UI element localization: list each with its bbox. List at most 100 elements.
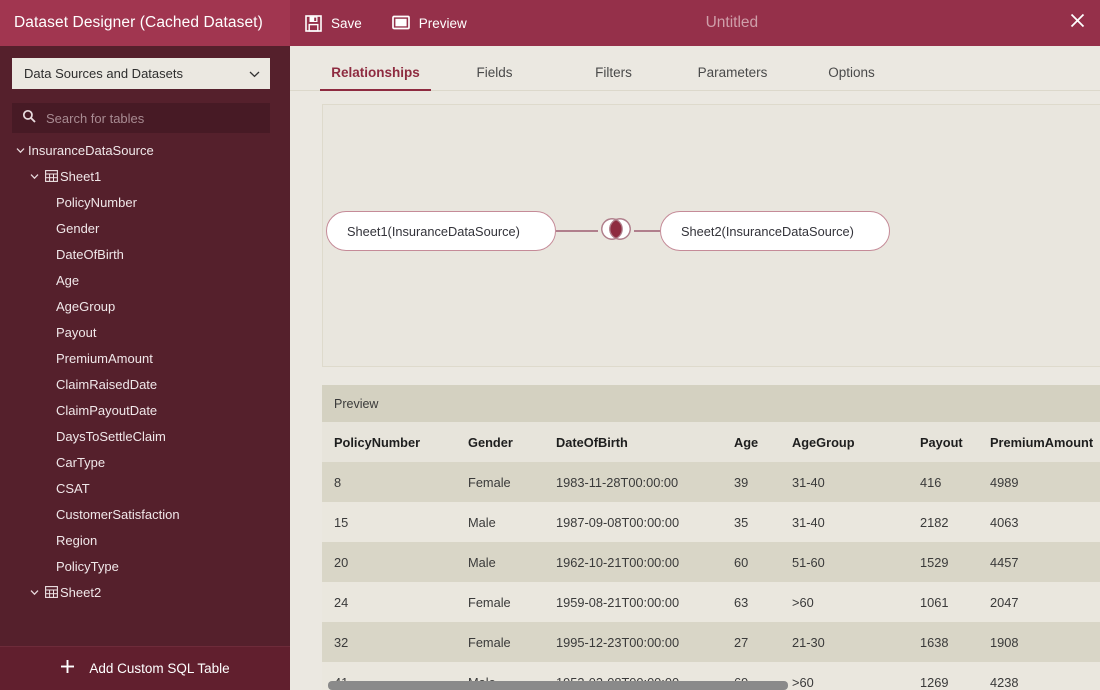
tree-item-label: AgeGroup xyxy=(56,298,116,314)
data-sources-dropdown[interactable]: Data Sources and Datasets xyxy=(12,58,270,89)
tab-options[interactable]: Options xyxy=(792,65,911,90)
table-cell: 1987-09-08T00:00:00 xyxy=(544,502,722,542)
tab-filters[interactable]: Filters xyxy=(554,65,673,90)
chevron-down-icon xyxy=(249,65,260,83)
save-label: Save xyxy=(331,15,362,31)
tree-item-premiumamount[interactable]: PremiumAmount xyxy=(0,345,290,371)
column-header-gender[interactable]: Gender xyxy=(456,422,544,462)
tab-bar: Relationships Fields Filters Parameters Opti… xyxy=(290,46,1100,91)
data-sources-dropdown-label: Data Sources and Datasets xyxy=(24,66,183,81)
table-cell: 39 xyxy=(722,462,780,502)
tree-item-payout[interactable]: Payout xyxy=(0,319,290,345)
search-icon xyxy=(22,109,36,128)
table-row[interactable]: 32 Female 1995-12-23T00:00:00 27 21-30 1638 19… xyxy=(322,622,1100,662)
inner-join-venn-icon[interactable] xyxy=(598,217,634,246)
table-cell: 20 xyxy=(322,542,456,582)
relationship-node-sheet2[interactable]: Sheet2(InsuranceDataSource) xyxy=(660,211,890,251)
dataset-designer-window: Dataset Designer (Cached Dataset) Save P… xyxy=(0,0,1100,690)
preview-panel: Preview PolicyNumber Gender DateOfBirth Age… xyxy=(322,385,1100,690)
tree-item-region[interactable]: Region xyxy=(0,527,290,553)
relationship-connector-right xyxy=(634,230,660,232)
save-button[interactable]: Save xyxy=(302,11,365,36)
preview-title: Preview xyxy=(334,396,379,411)
relationship-connector-left xyxy=(556,230,598,232)
tab-fields[interactable]: Fields xyxy=(435,65,554,90)
table-cell: 8 xyxy=(322,462,456,502)
tree-item-age[interactable]: Age xyxy=(0,267,290,293)
tree-item-policytype[interactable]: PolicyType xyxy=(0,553,290,579)
chevron-down-icon[interactable] xyxy=(12,147,28,154)
column-header-dateofbirth[interactable]: DateOfBirth xyxy=(544,422,722,462)
tree-item-label: Age xyxy=(56,272,80,288)
chevron-down-icon[interactable] xyxy=(26,173,42,180)
table-cell: 60 xyxy=(722,542,780,582)
relationships-canvas[interactable]: Sheet1(InsuranceDataSource) Sheet2(Insur… xyxy=(322,104,1100,367)
tree-item-label: InsuranceDataSource xyxy=(28,142,154,158)
tree-item-label: PremiumAmount xyxy=(56,350,153,366)
column-header-payout[interactable]: Payout xyxy=(908,422,978,462)
tree-item-sheet1[interactable]: Sheet1 xyxy=(0,163,290,189)
table-cell: >60 xyxy=(780,582,908,622)
table-cell: 2182 xyxy=(908,502,978,542)
tab-parameters[interactable]: Parameters xyxy=(673,65,792,90)
tree-item-csat[interactable]: CSAT xyxy=(0,475,290,501)
close-button[interactable] xyxy=(1054,0,1100,46)
table-cell: Female xyxy=(456,582,544,622)
tab-relationships[interactable]: Relationships xyxy=(316,65,435,91)
table-cell: 4063 xyxy=(978,502,1100,542)
table-cell: 21-30 xyxy=(780,622,908,662)
tree-item-label: Sheet1 xyxy=(60,168,102,184)
table-icon xyxy=(42,170,60,182)
table-cell: 4457 xyxy=(978,542,1100,582)
tree-item-label: Region xyxy=(56,532,98,548)
h-scrollbar-thumb[interactable] xyxy=(328,681,788,690)
tree-item-policynumber[interactable]: PolicyNumber xyxy=(0,189,290,215)
tree-item-label: PolicyNumber xyxy=(56,194,137,210)
tree-item-daystosettleclaim[interactable]: DaysToSettleClaim xyxy=(0,423,290,449)
tree-item-claimpayoutdate[interactable]: ClaimPayoutDate xyxy=(0,397,290,423)
table-row[interactable]: 15 Male 1987-09-08T00:00:00 35 31-40 2182 4063 xyxy=(322,502,1100,542)
tree-item-gender[interactable]: Gender xyxy=(0,215,290,241)
tree-item-claimraiseddate[interactable]: ClaimRaisedDate xyxy=(0,371,290,397)
title-bar: Dataset Designer (Cached Dataset) Save P… xyxy=(0,0,1100,46)
table-row[interactable]: 20 Male 1962-10-21T00:00:00 60 51-60 1529 4457 xyxy=(322,542,1100,582)
column-header-premiumamount[interactable]: PremiumAmount xyxy=(978,422,1100,462)
app-title: Dataset Designer (Cached Dataset) xyxy=(14,14,263,31)
chevron-down-icon[interactable] xyxy=(26,589,42,596)
table-row[interactable]: 24 Female 1959-08-21T00:00:00 63 >60 1061 2047 xyxy=(322,582,1100,622)
tree-item-sheet2[interactable]: Sheet2 xyxy=(0,579,290,605)
add-custom-sql-table-button[interactable]: Add Custom SQL Table xyxy=(0,646,290,690)
tree-item-agegroup[interactable]: AgeGroup xyxy=(0,293,290,319)
h-scrollbar[interactable] xyxy=(322,681,1100,690)
table-row[interactable]: 8 Female 1983-11-28T00:00:00 39 31-40 416 4989 xyxy=(322,462,1100,502)
column-header-age[interactable]: Age xyxy=(722,422,780,462)
table-cell: 1962-10-21T00:00:00 xyxy=(544,542,722,582)
table-cell: 2047 xyxy=(978,582,1100,622)
search-tables-box[interactable] xyxy=(12,103,270,133)
tree-item-customersatisfaction[interactable]: CustomerSatisfaction xyxy=(0,501,290,527)
preview-table-scroll-area[interactable]: PolicyNumber Gender DateOfBirth Age AgeGroup… xyxy=(322,422,1100,690)
table-cell: 1908 xyxy=(978,622,1100,662)
table-cell: Male xyxy=(456,542,544,582)
tree-item-dateofbirth[interactable]: DateOfBirth xyxy=(0,241,290,267)
document-title[interactable]: Untitled xyxy=(410,14,1054,32)
tab-label: Parameters xyxy=(697,65,768,80)
tables-tree: InsuranceDataSource Sheet1 PolicyNumber Gen… xyxy=(0,137,290,605)
column-header-agegroup[interactable]: AgeGroup xyxy=(780,422,908,462)
table-cell: 1995-12-23T00:00:00 xyxy=(544,622,722,662)
table-cell: 416 xyxy=(908,462,978,502)
table-cell: 51-60 xyxy=(780,542,908,582)
table-cell: 31-40 xyxy=(780,502,908,542)
table-cell: 1061 xyxy=(908,582,978,622)
relationship-node-sheet1-label: Sheet1(InsuranceDataSource) xyxy=(347,223,520,239)
relationship-node-sheet1[interactable]: Sheet1(InsuranceDataSource) xyxy=(326,211,556,251)
tree-item-cartype[interactable]: CarType xyxy=(0,449,290,475)
table-cell: 24 xyxy=(322,582,456,622)
table-cell: 15 xyxy=(322,502,456,542)
tree-item-label: ClaimRaisedDate xyxy=(56,376,158,392)
search-input[interactable] xyxy=(46,110,262,126)
title-bar-left-section: Dataset Designer (Cached Dataset) xyxy=(0,0,290,46)
tree-item-label: Gender xyxy=(56,220,100,236)
tree-item-insurancedatasource[interactable]: InsuranceDataSource xyxy=(0,137,290,163)
column-header-policynumber[interactable]: PolicyNumber xyxy=(322,422,456,462)
